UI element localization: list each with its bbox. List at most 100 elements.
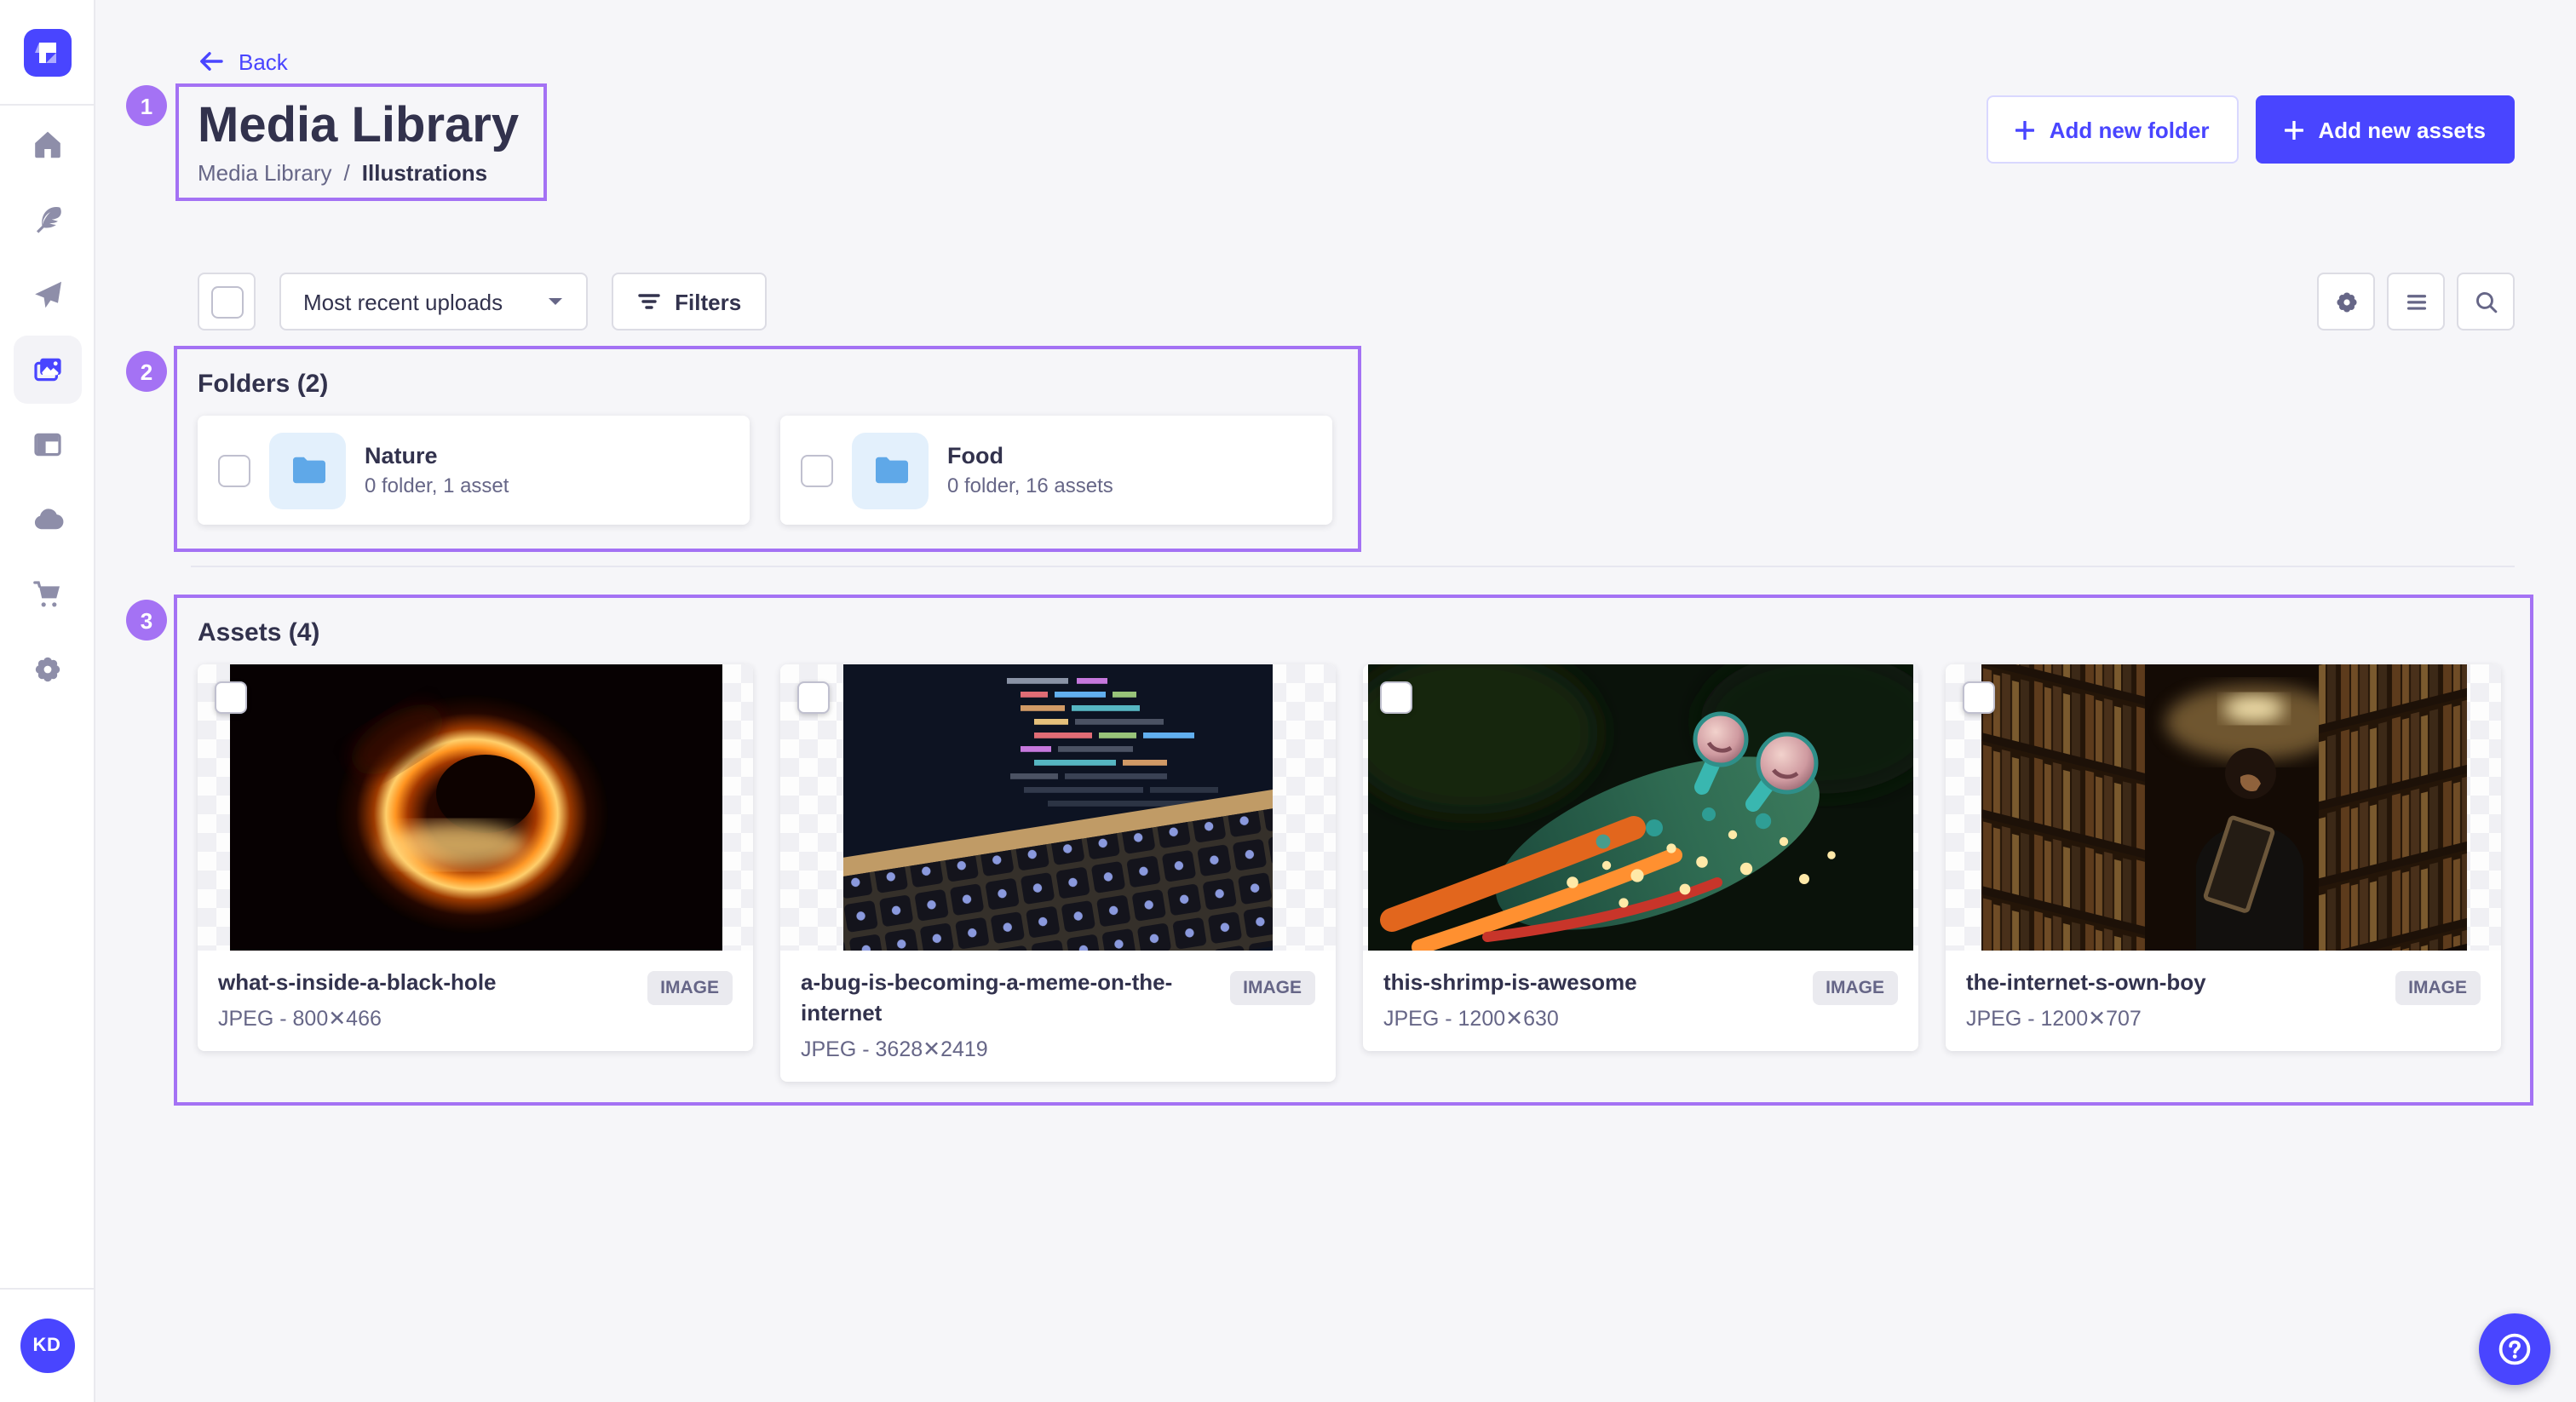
cloud-icon: [30, 503, 64, 537]
folder-card-nature[interactable]: Nature 0 folder, 1 asset: [198, 416, 750, 525]
asset-preview: [198, 664, 753, 951]
sidebar-item-settings[interactable]: [13, 635, 81, 704]
configure-view-button[interactable]: [2317, 273, 2375, 330]
folder-icon: [870, 450, 911, 491]
asset-checkbox[interactable]: [797, 681, 830, 714]
asset-preview: [780, 664, 1336, 951]
asset-texts: the-internet-s-own-boy JPEG - 1200✕707: [1966, 968, 2206, 1031]
black-hole-image: [229, 664, 722, 951]
section-divider: [191, 566, 2515, 567]
shopping-cart-icon: [30, 577, 64, 612]
folder-meta: 0 folder, 16 assets: [947, 474, 1113, 497]
asset-meta: JPEG - 1200✕707: [1966, 1005, 2206, 1031]
asset-title: this-shrimp-is-awesome: [1383, 968, 1637, 998]
laptop-code-image: [843, 664, 1273, 951]
page-title: Media Library: [198, 95, 519, 157]
sidebar-item-marketplace[interactable]: [13, 560, 81, 629]
question-mark-icon: [2496, 1330, 2533, 1368]
asset-preview: [1946, 664, 2501, 951]
asset-type-badge: IMAGE: [1812, 971, 1898, 1005]
asset-card-black-hole[interactable]: what-s-inside-a-black-hole JPEG - 800✕46…: [198, 664, 753, 1051]
back-link[interactable]: Back: [198, 48, 288, 75]
back-label: Back: [239, 49, 288, 74]
folder-checkbox[interactable]: [218, 454, 250, 486]
sidebar-item-content-manager[interactable]: [13, 186, 81, 254]
sidebar-footer: KD: [0, 1288, 94, 1402]
toolbar-left: Most recent uploads Filters: [198, 273, 767, 330]
annotated-title-region: Media Library Media Library / Illustrati…: [175, 83, 546, 201]
folder-tile: [269, 432, 346, 509]
sidebar-item-home[interactable]: [13, 111, 81, 179]
select-all-checkbox[interactable]: [198, 273, 256, 330]
asset-texts: this-shrimp-is-awesome JPEG - 1200✕630: [1383, 968, 1637, 1031]
asset-card-internets-own-boy[interactable]: the-internet-s-own-boy JPEG - 1200✕707 I…: [1946, 664, 2501, 1051]
sidebar: KD: [0, 0, 95, 1402]
asset-title: the-internet-s-own-boy: [1966, 968, 2206, 998]
checkbox: [210, 285, 243, 318]
list-view-button[interactable]: [2387, 273, 2445, 330]
asset-title: a-bug-is-becoming-a-meme-on-the-internet: [801, 968, 1216, 1029]
sidebar-item-cloud[interactable]: [13, 486, 81, 554]
asset-checkbox[interactable]: [215, 681, 247, 714]
sidebar-item-content-type-builder[interactable]: [13, 411, 81, 479]
asset-type-badge: IMAGE: [1229, 971, 1315, 1005]
breadcrumb-separator: /: [344, 160, 350, 186]
plus-icon: [2284, 120, 2303, 139]
folder-name: Food: [947, 443, 1113, 468]
plus-icon: [2015, 120, 2034, 139]
help-button[interactable]: [2479, 1313, 2550, 1385]
sidebar-item-releases[interactable]: [13, 261, 81, 329]
sort-select[interactable]: Most recent uploads: [279, 273, 588, 330]
asset-meta: JPEG - 1200✕630: [1383, 1005, 1637, 1031]
add-new-folder-button[interactable]: Add new folder: [1987, 95, 2239, 164]
folder-texts: Nature 0 folder, 1 asset: [365, 443, 509, 497]
asset-card-shrimp[interactable]: this-shrimp-is-awesome JPEG - 1200✕630 I…: [1363, 664, 1918, 1051]
settings-gear-icon: [2332, 287, 2360, 316]
assets-heading: Assets (4): [198, 618, 2510, 647]
content-type-builder-icon: [30, 428, 64, 462]
filter-icon: [637, 290, 661, 313]
list-view-icon: [2401, 287, 2430, 316]
folder-name: Nature: [365, 443, 509, 468]
asset-type-badge: IMAGE: [2395, 971, 2481, 1005]
annotation-badge-2: 2: [126, 351, 167, 392]
folder-icon: [287, 450, 328, 491]
asset-info: what-s-inside-a-black-hole JPEG - 800✕46…: [198, 951, 753, 1051]
folders-row: Nature 0 folder, 1 asset Food 0 folder, …: [198, 416, 1337, 525]
asset-checkbox[interactable]: [1963, 681, 1995, 714]
paper-plane-icon: [30, 278, 64, 312]
asset-preview: [1363, 664, 1918, 951]
content-manager-feather-icon: [30, 203, 64, 237]
folders-heading: Folders (2): [198, 370, 1337, 399]
strapi-logo[interactable]: [23, 28, 71, 76]
folder-card-food[interactable]: Food 0 folder, 16 assets: [780, 416, 1332, 525]
user-avatar[interactable]: KD: [20, 1319, 74, 1373]
library-portrait-image: [1981, 664, 2466, 951]
breadcrumb-root[interactable]: Media Library: [198, 160, 332, 186]
arrow-left-icon: [198, 48, 225, 75]
folder-checkbox[interactable]: [801, 454, 833, 486]
search-icon: [2471, 287, 2500, 316]
breadcrumb: Media Library / Illustrations: [198, 160, 519, 186]
assets-row: what-s-inside-a-black-hole JPEG - 800✕46…: [198, 664, 2510, 1082]
annotation-badge-3: 3: [126, 600, 167, 641]
assets-section: Assets (4): [174, 595, 2533, 1106]
asset-info: a-bug-is-becoming-a-meme-on-the-internet…: [780, 951, 1336, 1082]
asset-info: this-shrimp-is-awesome JPEG - 1200✕630 I…: [1363, 951, 1918, 1051]
toolbar: Most recent uploads Filters: [198, 273, 2515, 330]
sidebar-nav: [0, 106, 94, 1288]
asset-info: the-internet-s-own-boy JPEG - 1200✕707 I…: [1946, 951, 2501, 1051]
folder-texts: Food 0 folder, 16 assets: [947, 443, 1113, 497]
asset-texts: a-bug-is-becoming-a-meme-on-the-internet…: [801, 968, 1216, 1061]
asset-checkbox[interactable]: [1380, 681, 1412, 714]
toolbar-right: [2317, 273, 2515, 330]
folder-meta: 0 folder, 1 asset: [365, 474, 509, 497]
search-button[interactable]: [2457, 273, 2515, 330]
sidebar-item-media-library[interactable]: [13, 336, 81, 404]
asset-card-bug-meme[interactable]: a-bug-is-becoming-a-meme-on-the-internet…: [780, 664, 1336, 1082]
add-new-folder-label: Add new folder: [2050, 117, 2210, 142]
filters-button[interactable]: Filters: [612, 273, 767, 330]
home-icon: [30, 128, 64, 162]
add-new-assets-button[interactable]: Add new assets: [2255, 95, 2515, 164]
logo-container: [0, 0, 94, 106]
